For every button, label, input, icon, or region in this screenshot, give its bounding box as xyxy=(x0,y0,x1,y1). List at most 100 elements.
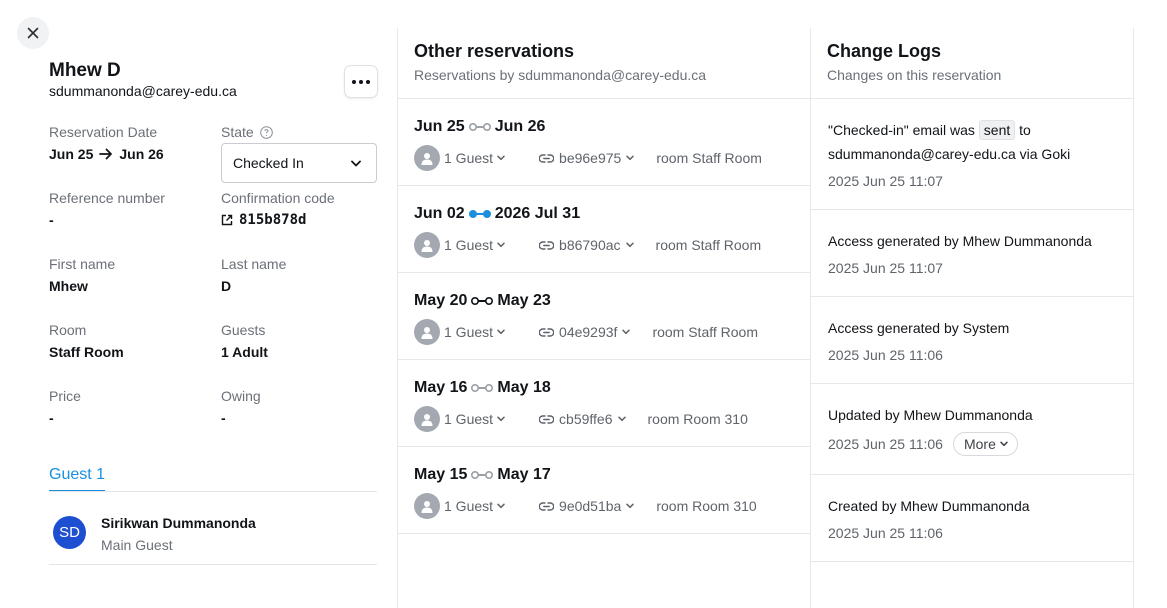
link-icon xyxy=(539,240,555,250)
date-range-icon xyxy=(471,297,494,305)
reservation-meta: 1 Guest b86790ac room Staff Room xyxy=(414,232,761,258)
link-icon xyxy=(539,501,555,511)
change-log-text: Created by Mhew Dummanonda xyxy=(828,498,1030,514)
chevron-down-icon xyxy=(497,329,505,335)
tab-divider xyxy=(49,491,377,492)
price-label: Price xyxy=(49,388,81,404)
reservation-room: room Staff Room xyxy=(655,237,762,253)
log-prefix: "Checked-in" email was xyxy=(828,122,975,138)
change-log-time: 2025 Jun 25 11:06 xyxy=(828,345,1117,365)
reservation-date-from: May 15 xyxy=(414,466,468,483)
confirmation-code-label: Confirmation code xyxy=(221,190,335,206)
reservation-date-from: Jun 25 xyxy=(414,118,465,135)
change-log-time: 2025 Jun 25 11:07 xyxy=(828,258,1117,278)
access-code-dropdown[interactable]: be96e975 xyxy=(539,150,635,166)
more-options-button[interactable] xyxy=(344,65,378,98)
help-icon[interactable] xyxy=(259,125,273,139)
reference-number-value: - xyxy=(49,212,54,228)
log-timestamp: 2025 Jun 25 11:06 xyxy=(828,347,943,363)
guest-list-item[interactable]: SD Sirikwan Dummanonda Main Guest xyxy=(49,503,377,565)
date-range-icon xyxy=(468,210,491,218)
change-log-text: "Checked-in" email was sent to sdummanon… xyxy=(828,118,1117,166)
reservation-date-to: May 18 xyxy=(497,379,551,396)
access-code-dropdown[interactable]: 9e0d51ba xyxy=(539,498,635,514)
arrow-right-icon xyxy=(99,148,113,160)
date-range-icon xyxy=(468,123,491,131)
reservation-date-to: Jun 26 xyxy=(494,118,546,135)
reservation-details-panel: Mhew D sdummanonda@carey-edu.ca Reservat… xyxy=(0,0,397,608)
user-icon xyxy=(414,406,440,432)
chevron-down-icon xyxy=(1000,441,1008,447)
reservation-date-from: May 20 xyxy=(414,292,468,309)
guest-role: Main Guest xyxy=(101,537,173,553)
change-log-time: 2025 Jun 25 11:06 More xyxy=(828,432,1117,456)
reservation-list-item[interactable]: Jun 02 2026 Jul 31 1 Guest b86790ac room Sta… xyxy=(398,186,810,273)
reference-number-label: Reference number xyxy=(49,190,165,206)
owing-label: Owing xyxy=(221,388,261,404)
other-reservations-title: Other reservations xyxy=(414,41,575,61)
access-code-dropdown[interactable]: 04e9293f xyxy=(539,324,631,340)
user-icon xyxy=(414,493,440,519)
guests-dropdown[interactable]: 1 Guest xyxy=(444,411,505,427)
more-details-button[interactable]: More xyxy=(952,432,1018,456)
guests-count: 1 Guest xyxy=(444,150,494,166)
reservation-room: room Room 310 xyxy=(656,498,757,514)
guest-name: Mhew D xyxy=(49,60,121,81)
reservation-date-from: May 16 xyxy=(414,379,468,396)
change-log-text: Updated by Mhew Dummanonda xyxy=(828,407,1033,423)
link-icon xyxy=(539,153,555,163)
chevron-down-icon xyxy=(351,160,361,166)
first-name-value: Mhew xyxy=(49,278,88,294)
log-timestamp: 2025 Jun 25 11:06 xyxy=(828,436,943,452)
reservation-date-to: May 23 xyxy=(497,292,551,309)
guests-label: Guests xyxy=(221,322,266,338)
access-code-dropdown[interactable]: b86790ac xyxy=(539,237,634,253)
access-code-dropdown[interactable]: cb59ffe6 xyxy=(539,411,626,427)
chevron-down-icon xyxy=(626,503,635,509)
other-reservations-panel: Other reservations Reservations by sdumm… xyxy=(397,28,811,608)
reservation-date-to: 2026 Jul 31 xyxy=(494,205,581,222)
room-label: Room xyxy=(49,322,87,338)
reservation-date-to: May 17 xyxy=(497,466,551,483)
chevron-down-icon xyxy=(626,155,635,161)
change-log-item: Access generated by System 2025 Jun 25 11… xyxy=(811,297,1133,384)
change-log-item: Access generated by Mhew Dummanonda 2025 … xyxy=(811,210,1133,297)
guests-count: 1 Guest xyxy=(444,324,494,340)
user-icon xyxy=(414,145,440,171)
reservation-list-item[interactable]: May 16 May 18 1 Guest cb59ffe6 room Room 310 xyxy=(398,360,810,447)
state-select[interactable]: Checked In xyxy=(221,143,377,183)
confirmation-code-link[interactable]: 815b878d xyxy=(221,212,306,228)
reservation-room: room Staff Room xyxy=(656,150,762,166)
reservation-list-item[interactable]: Jun 25 Jun 26 1 Guest be96e975 room Staff Ro… xyxy=(398,99,810,186)
guests-dropdown[interactable]: 1 Guest xyxy=(444,498,505,514)
reservation-list-item[interactable]: May 20 May 23 1 Guest 04e9293f room Staff Ro… xyxy=(398,273,810,360)
guests-count: 1 Guest xyxy=(444,237,494,253)
price-value: - xyxy=(49,410,54,426)
change-log-item: Created by Mhew Dummanonda 2025 Jun 25 11… xyxy=(811,475,1133,562)
reservation-dates: May 16 May 18 xyxy=(414,379,551,397)
date-from: Jun 25 xyxy=(49,146,94,162)
change-log-time: 2025 Jun 25 11:07 xyxy=(828,171,1117,191)
more-dots-icon xyxy=(352,79,370,84)
change-log-item: "Checked-in" email was sent to sdummanon… xyxy=(811,99,1133,210)
guests-count: 1 Guest xyxy=(444,411,494,427)
reservation-meta: 1 Guest 04e9293f room Staff Room xyxy=(414,319,758,345)
date-range-icon xyxy=(471,384,494,392)
reservation-dates: Jun 25 Jun 26 xyxy=(414,118,545,136)
reservation-room: room Room 310 xyxy=(647,411,748,427)
guests-count: 1 Guest xyxy=(444,498,494,514)
reservation-list-item[interactable]: May 15 May 17 1 Guest 9e0d51ba room Room 310 xyxy=(398,447,810,534)
link-icon xyxy=(539,327,555,337)
tab-guest-1[interactable]: Guest 1 xyxy=(49,466,106,492)
guests-dropdown[interactable]: 1 Guest xyxy=(444,237,505,253)
link-icon xyxy=(539,414,555,424)
reservation-date-value: Jun 25 Jun 26 xyxy=(49,146,164,162)
access-code: cb59ffe6 xyxy=(559,411,613,427)
log-timestamp: 2025 Jun 25 11:07 xyxy=(828,260,943,276)
change-logs-title: Change Logs xyxy=(827,41,942,61)
guests-dropdown[interactable]: 1 Guest xyxy=(444,150,505,166)
room-value: Staff Room xyxy=(49,344,124,360)
guests-dropdown[interactable]: 1 Guest xyxy=(444,324,505,340)
reservation-date-label: Reservation Date xyxy=(49,124,158,140)
confirmation-code-value: 815b878d xyxy=(239,212,307,228)
